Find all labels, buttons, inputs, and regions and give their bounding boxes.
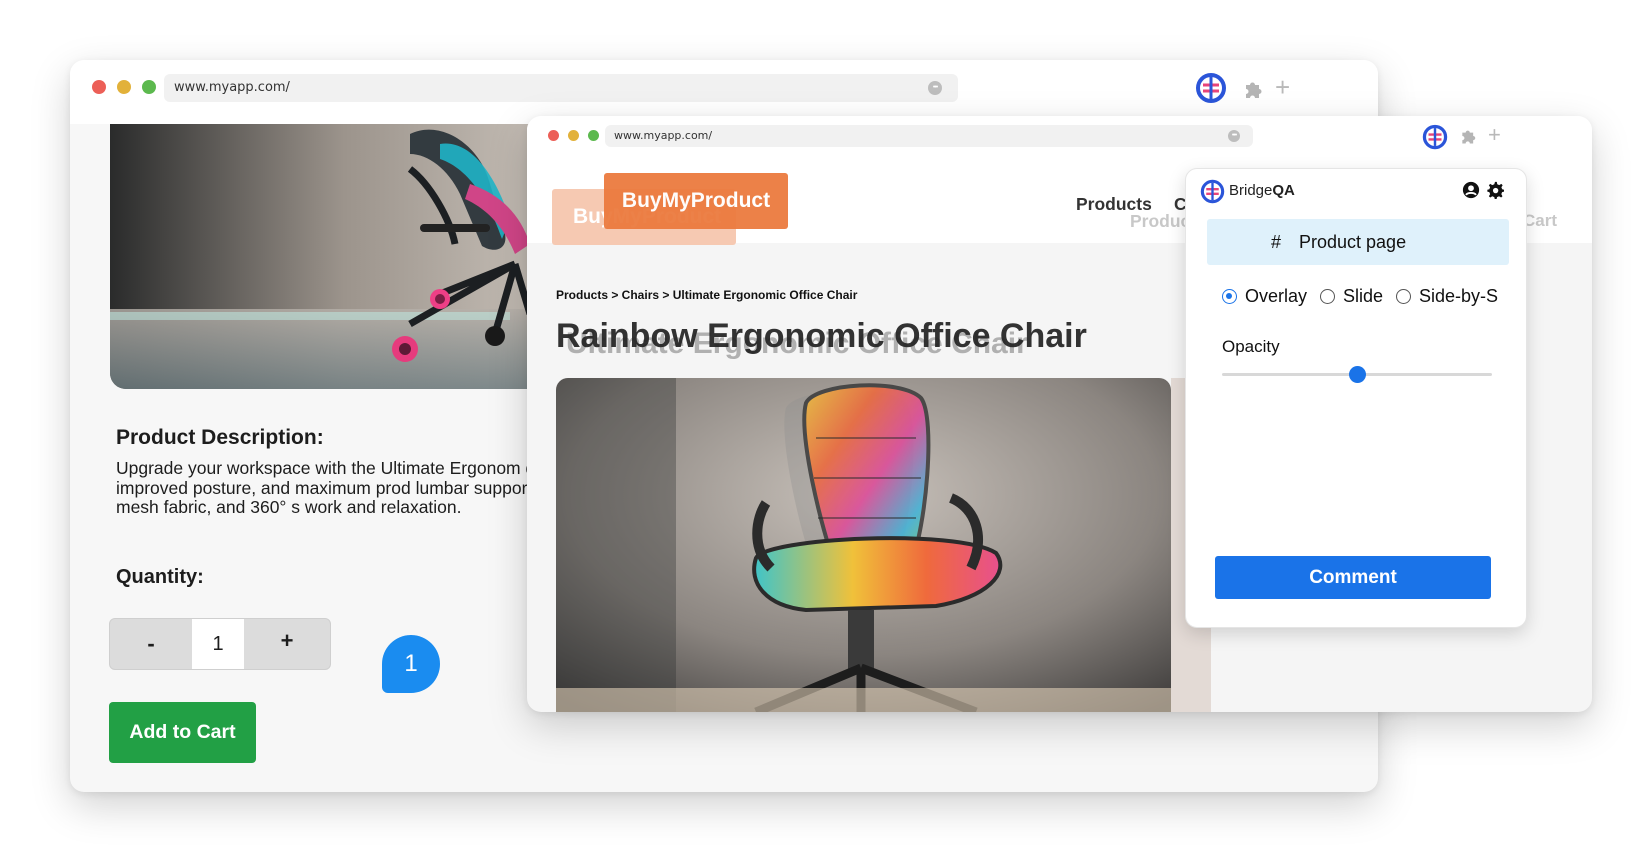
- close-window-button[interactable]: [92, 80, 106, 94]
- close-window-button[interactable]: [548, 130, 559, 141]
- radio-selected-icon[interactable]: [1222, 288, 1237, 304]
- quantity-increment-button[interactable]: +: [244, 619, 330, 663]
- breadcrumb: Products > Chairs > Ultimate Ergonomic O…: [556, 288, 858, 302]
- puzzle-extension-icon[interactable]: [1459, 126, 1479, 146]
- maximize-window-button[interactable]: [142, 80, 156, 94]
- front-browser-titlebar: www.myapp.com/ +: [527, 116, 1592, 166]
- opacity-slider-thumb[interactable]: [1349, 366, 1366, 383]
- brand-suffix: QA: [1272, 182, 1295, 199]
- mode-slide-option[interactable]: Slide: [1320, 281, 1383, 311]
- product-hero-image: [556, 378, 1171, 712]
- front-address-bar[interactable]: www.myapp.com/: [605, 125, 1253, 147]
- bridgeqa-logo-icon[interactable]: [1195, 72, 1227, 104]
- opacity-slider[interactable]: [1222, 366, 1492, 383]
- mode-side-by-side-label: Side-by-S: [1419, 285, 1499, 306]
- mode-overlay-label: Overlay: [1245, 285, 1308, 306]
- page-selector-chip[interactable]: # Product page: [1207, 219, 1509, 265]
- brand-prefix: Bridge: [1229, 182, 1273, 199]
- opacity-label: Opacity: [1222, 337, 1280, 356]
- page-chip-label: Product page: [1299, 232, 1407, 252]
- quantity-value[interactable]: 1: [192, 619, 244, 669]
- add-to-cart-button[interactable]: Add to Cart: [109, 702, 256, 763]
- overlay-nav-cart-ghost: Cart: [1523, 211, 1558, 230]
- puzzle-extension-icon[interactable]: [1242, 77, 1266, 101]
- plus-icon[interactable]: +: [1488, 124, 1501, 146]
- user-circle-icon[interactable]: [1462, 181, 1480, 199]
- mode-overlay-option[interactable]: Overlay: [1222, 281, 1307, 311]
- radio-unselected-icon[interactable]: [1320, 288, 1335, 304]
- minimize-window-button[interactable]: [568, 130, 579, 141]
- maximize-window-button[interactable]: [588, 130, 599, 141]
- bridgeqa-logo-icon: [1200, 179, 1225, 204]
- comment-button[interactable]: Comment: [1215, 556, 1491, 599]
- hash-icon: #: [1271, 232, 1282, 252]
- comment-pin-badge[interactable]: 1: [382, 635, 440, 693]
- back-url-text: www.myapp.com/: [174, 80, 290, 95]
- quantity-label: Quantity:: [116, 566, 204, 588]
- site-logo[interactable]: BuyMyProduct: [604, 173, 788, 229]
- front-url-text: www.myapp.com/: [614, 129, 713, 142]
- compare-mode-group: Overlay Slide Side-by-S: [1222, 281, 1512, 311]
- mode-slide-label: Slide: [1343, 285, 1384, 306]
- quantity-decrement-button[interactable]: -: [110, 619, 192, 669]
- more-options-icon[interactable]: [1228, 130, 1240, 142]
- quantity-stepper: - 1 +: [109, 618, 331, 670]
- product-description-heading: Product Description:: [116, 426, 324, 449]
- back-browser-titlebar: www.myapp.com/ +: [70, 60, 1378, 124]
- radio-unselected-icon[interactable]: [1396, 288, 1411, 304]
- bridgeqa-logo-icon[interactable]: [1422, 124, 1448, 150]
- mode-side-by-side-option[interactable]: Side-by-S: [1396, 281, 1498, 311]
- minimize-window-button[interactable]: [117, 80, 131, 94]
- plus-icon[interactable]: +: [1275, 74, 1290, 100]
- bridgeqa-brand: BridgeQA: [1229, 182, 1295, 199]
- gear-icon[interactable]: [1486, 181, 1504, 199]
- nav-products-link[interactable]: Products: [1076, 194, 1152, 215]
- more-options-icon[interactable]: [928, 81, 942, 95]
- bridgeqa-panel: BridgeQA # Product page Overlay Slide Si…: [1185, 168, 1527, 628]
- back-address-bar[interactable]: www.myapp.com/: [164, 74, 958, 102]
- page-title: Rainbow Ergonomic Office Chair: [556, 317, 1087, 355]
